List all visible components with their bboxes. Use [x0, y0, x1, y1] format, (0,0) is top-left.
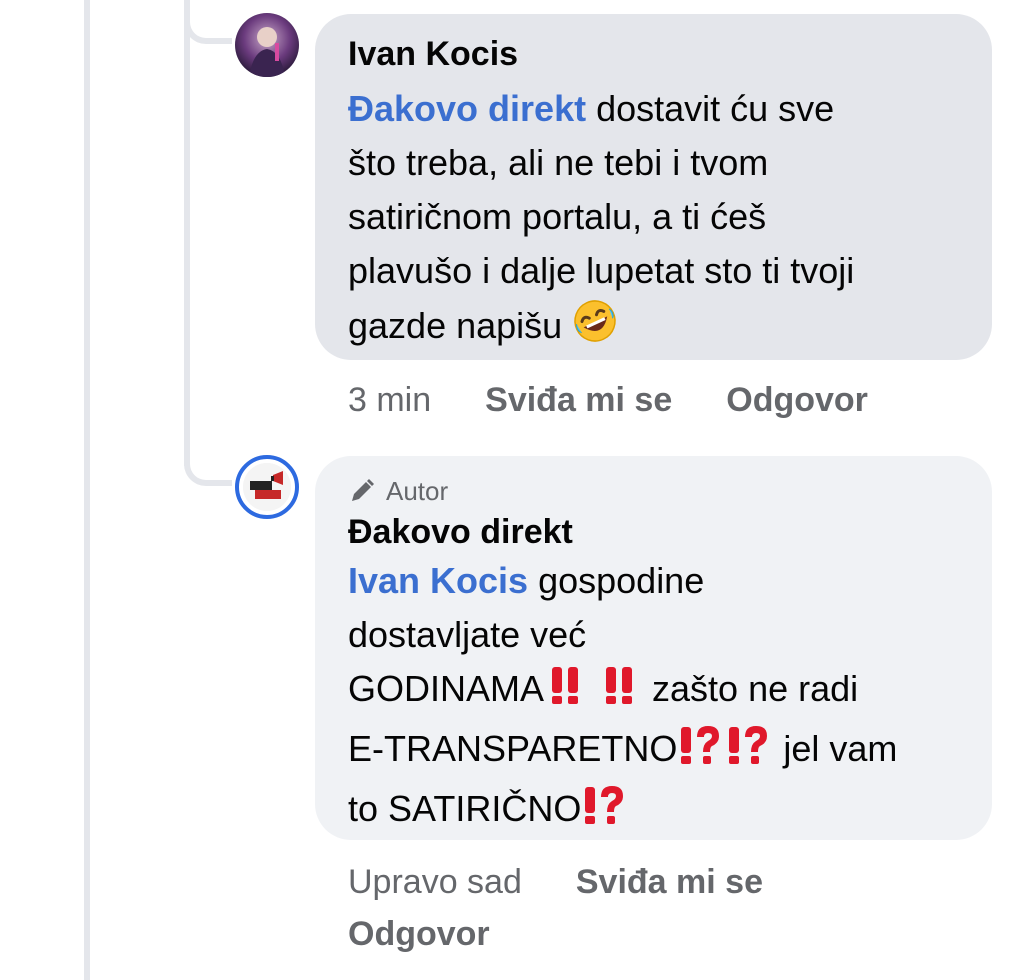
- reply-button[interactable]: Odgovor: [348, 915, 490, 953]
- comment-line: gospodine: [528, 560, 705, 601]
- comment-line: gazde napišu: [348, 305, 563, 346]
- pencil-icon: [348, 477, 376, 505]
- comment-timestamp[interactable]: 3 min: [348, 380, 431, 420]
- comment-actions-1: 3 min Sviđa mi se Odgovor: [348, 380, 868, 420]
- rolling-laughing-emoji-icon: [572, 298, 618, 359]
- comment-line: što treba, ali ne tebi i tvom: [348, 142, 769, 183]
- thread-connector-2: [184, 462, 232, 486]
- reply-button[interactable]: Odgovor: [726, 380, 868, 420]
- comment-text: Đakovo direkt dostavit ću sve što treba,…: [348, 82, 968, 359]
- comment-bubble-1: Ivan Kocis Đakovo direkt dostavit ću sve…: [315, 14, 992, 360]
- avatar-ivan-kocis[interactable]: [235, 13, 299, 77]
- avatar-dakovo-direkt[interactable]: [235, 455, 299, 519]
- page-logo: [243, 463, 291, 511]
- thread-line-inner: [184, 0, 190, 466]
- author-badge: Autor: [348, 474, 968, 508]
- comment-line: E-TRANSPARETNO: [348, 728, 678, 769]
- like-button[interactable]: Sviđa mi se: [576, 862, 763, 902]
- comment-line: plavušo i dalje lupetat sto ti tvoji: [348, 250, 855, 291]
- author-badge-label: Autor: [386, 475, 449, 506]
- comment-actions-2-wrap: Odgovor: [348, 914, 490, 954]
- mention-link[interactable]: Đakovo direkt: [348, 88, 586, 129]
- thread-connector-1: [184, 20, 232, 44]
- like-button[interactable]: Sviđa mi se: [485, 380, 672, 420]
- comment-author[interactable]: Ivan Kocis: [348, 34, 968, 74]
- comment-line: to SATIRIČNO: [348, 788, 582, 829]
- comment-line: dostavit ću sve: [586, 88, 835, 129]
- exclamation-question-icon: [581, 783, 629, 842]
- comment-line: satiričnom portalu, a ti ćeš: [348, 196, 767, 237]
- comment-author[interactable]: Đakovo direkt: [348, 512, 968, 552]
- double-exclamation-icon: [544, 663, 588, 722]
- comment-actions-2: Upravo sad Sviđa mi se: [348, 862, 763, 902]
- thread-line-outer: [84, 0, 90, 980]
- double-exclamation-icon: [598, 663, 642, 722]
- exclamation-question-icon: [677, 723, 725, 782]
- comment-bubble-2: Autor Đakovo direkt Ivan Kocis gospodine…: [315, 456, 992, 840]
- comment-text: Ivan Kocis gospodine dostavljate već GOD…: [348, 554, 968, 842]
- comment-timestamp[interactable]: Upravo sad: [348, 862, 522, 902]
- comment-line: jel vam: [773, 728, 898, 769]
- exclamation-question-icon: [725, 723, 773, 782]
- mention-link[interactable]: Ivan Kocis: [348, 560, 528, 601]
- comment-line: GODINAMA: [348, 668, 545, 709]
- comment-line: zašto ne radi: [642, 668, 859, 709]
- comment-thread: Ivan Kocis Đakovo direkt dostavit ću sve…: [0, 0, 1024, 980]
- comment-line: dostavljate već: [348, 614, 587, 655]
